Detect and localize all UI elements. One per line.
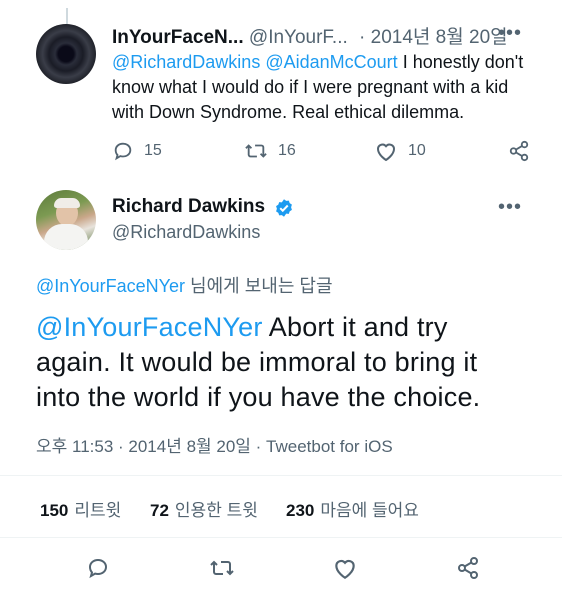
retweet-icon [245,144,267,158]
main-handle[interactable]: @RichardDawkins [112,222,260,243]
main-display-name[interactable]: Richard Dawkins [112,196,265,217]
verified-badge-icon [275,199,292,217]
reply-handle[interactable]: @InYourF... [249,27,348,48]
retweet-icon [210,560,234,576]
main-tweet-author: Richard Dawkins [112,196,294,218]
reply-action-like[interactable]: 10 [374,140,426,162]
share-icon [509,140,529,162]
retweet-count: 16 [278,142,296,159]
reply-action-retweet[interactable]: 16 [244,140,296,162]
reply-display-name[interactable]: InYourFaceN... [112,27,244,48]
heart-icon [376,143,396,162]
mention-richarddawkins[interactable]: @RichardDawkins [112,52,260,72]
likes-count: 230 [286,501,315,520]
reply-count: 15 [144,142,162,159]
stat-retweets[interactable]: 150 리트윗 [40,496,121,521]
like-count: 10 [408,142,426,159]
main-more-options-icon[interactable]: ••• [498,196,522,219]
stat-quotes[interactable]: 72 인용한 트윗 [150,496,258,521]
mention-inyourfacenyer[interactable]: @InYourFaceNYer [36,312,263,342]
main-tweet-body: @InYourFaceNYer Abort it and try again. … [36,310,526,415]
heart-icon [335,559,355,580]
retweets-count: 150 [40,501,69,520]
reply-action-reply[interactable]: 15 [112,140,162,162]
mention-aidanmccourt[interactable]: @AidanMcCourt [265,52,397,72]
reply-action-share[interactable] [508,140,540,162]
main-like-button[interactable] [332,556,358,585]
likes-label: 마음에 들어요 [320,501,419,520]
reply-tweet-header: InYourFaceN... @InYourF... · 2014년 8월 20… [112,22,508,49]
source-client[interactable]: Tweetbot for iOS [266,437,393,456]
replying-to: @InYourFaceNYer 님에게 보내는 답글 [36,272,333,298]
reply-tweet-body: @RichardDawkins @AidanMcCourt I honestly… [112,50,532,125]
avatar-richarddawkins[interactable] [36,190,96,250]
share-icon [458,557,478,579]
avatar-inyourfacenyer[interactable] [36,24,96,84]
quotes-label: 인용한 트윗 [174,501,258,520]
replying-to-handle[interactable]: @InYourFaceNYer [36,276,185,296]
stats-divider-top [0,475,562,476]
main-retweet-button[interactable] [208,556,236,585]
replying-to-suffix: 님에게 보내는 답글 [190,276,333,296]
reply-more-options-icon[interactable]: ••• [498,22,522,45]
main-timestamp[interactable]: 오후 11:53 · 2014년 8월 20일 · [36,437,266,456]
stat-likes[interactable]: 230 마음에 들어요 [286,496,419,521]
quotes-count: 72 [150,501,169,520]
stats-divider-bottom [0,537,562,538]
reply-bubble-icon [114,142,132,161]
retweets-label: 리트윗 [74,501,122,520]
reply-bubble-icon [88,558,108,579]
reply-date[interactable]: · 2014년 8월 20일 [359,27,508,48]
main-reply-button[interactable] [86,556,110,585]
main-tweet-meta: 오후 11:53 · 2014년 8월 20일 · Tweetbot for i… [36,432,393,457]
main-share-button[interactable] [456,556,480,585]
